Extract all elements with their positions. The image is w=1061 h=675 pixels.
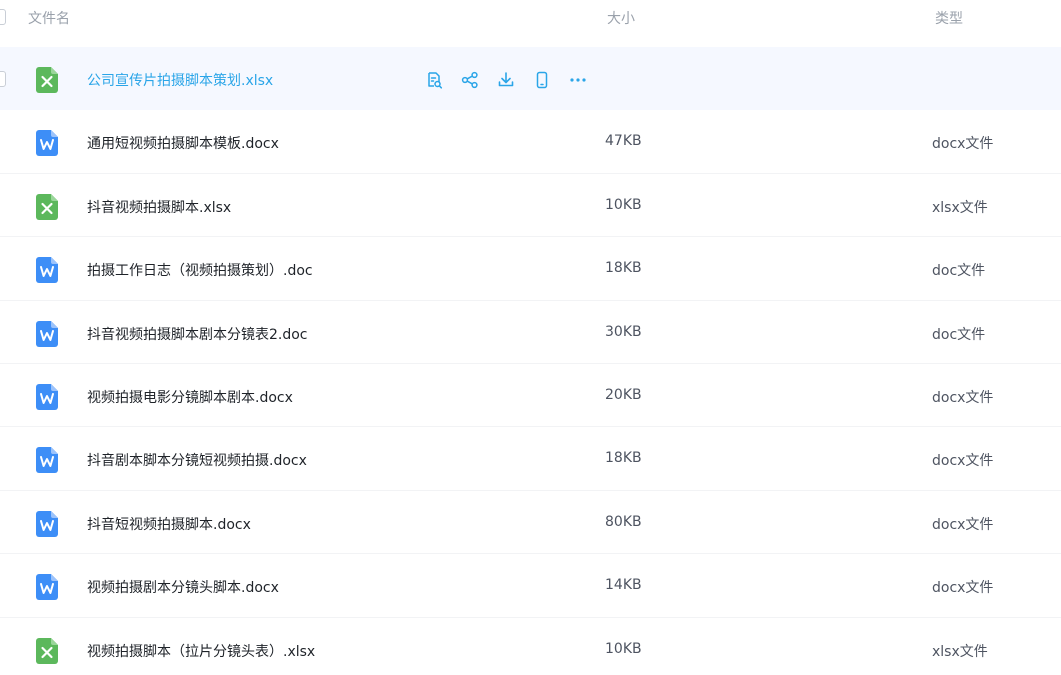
file-row[interactable]: 抖音视频拍摄脚本剧本分镜表2.doc 30KB doc文件 [0, 301, 1061, 364]
file-row[interactable]: 视频拍摄脚本（拉片分镜头表）.xlsx 10KB xlsx文件 [0, 618, 1061, 675]
file-row[interactable]: 公司宣传片拍摄脚本策划.xlsx [0, 47, 1061, 111]
file-row[interactable]: 抖音视频拍摄脚本.xlsx 10KB xlsx文件 [0, 174, 1061, 238]
more-icon[interactable] [568, 70, 588, 90]
row-actions [424, 70, 588, 90]
file-type: doc文件 [932, 326, 986, 343]
file-name[interactable]: 视频拍摄电影分镜脚本剧本.docx [87, 387, 293, 407]
file-name[interactable]: 视频拍摄脚本（拉片分镜头表）.xlsx [87, 641, 315, 661]
file-type: doc文件 [932, 263, 986, 280]
header-type[interactable]: 类型 [935, 8, 963, 28]
excel-file-icon [36, 67, 58, 93]
file-size: 80KB [605, 513, 642, 530]
file-name[interactable]: 公司宣传片拍摄脚本策划.xlsx [87, 70, 273, 90]
header-size[interactable]: 大小 [607, 8, 635, 28]
word-file-icon [36, 320, 58, 347]
excel-file-icon [36, 193, 58, 220]
file-row[interactable]: 拍摄工作日志（视频拍摄策划）.doc 18KB doc文件 [0, 237, 1061, 301]
file-size: 18KB [605, 450, 642, 467]
file-type: docx文件 [932, 453, 994, 470]
word-file-icon [36, 130, 58, 157]
file-row[interactable]: 通用短视频拍摄脚本模板.docx 47KB docx文件 [0, 110, 1061, 174]
file-name[interactable]: 抖音视频拍摄脚本剧本分镜表2.doc [87, 324, 308, 344]
select-all-checkbox[interactable] [0, 9, 6, 25]
file-type: docx文件 [932, 516, 994, 533]
header-name[interactable]: 文件名 [28, 8, 70, 28]
file-row[interactable]: 抖音剧本脚本分镜短视频拍摄.docx 18KB docx文件 [0, 427, 1061, 491]
file-size: 20KB [605, 386, 642, 403]
file-list-page: 文件名 大小 类型 公司宣传片拍摄脚本策划.xlsx 通用短视频拍摄脚本模板.do… [0, 0, 1061, 675]
file-name[interactable]: 抖音视频拍摄脚本.xlsx [87, 197, 231, 217]
file-list-header: 文件名 大小 类型 [0, 0, 1061, 34]
word-file-icon [36, 447, 58, 474]
phone-icon[interactable] [532, 70, 552, 90]
file-name[interactable]: 通用短视频拍摄脚本模板.docx [87, 133, 279, 153]
file-name[interactable]: 抖音剧本脚本分镜短视频拍摄.docx [87, 450, 307, 470]
file-type: xlsx文件 [932, 643, 988, 660]
row-checkbox[interactable] [0, 71, 6, 87]
download-icon[interactable] [496, 70, 516, 90]
file-name[interactable]: 拍摄工作日志（视频拍摄策划）.doc [87, 260, 313, 280]
preview-icon[interactable] [424, 70, 444, 90]
file-size: 47KB [605, 133, 642, 150]
file-name[interactable]: 视频拍摄剧本分镜头脚本.docx [87, 577, 279, 597]
file-size: 18KB [605, 260, 642, 277]
file-row[interactable]: 视频拍摄剧本分镜头脚本.docx 14KB docx文件 [0, 554, 1061, 618]
word-file-icon [36, 510, 58, 537]
file-type: docx文件 [932, 580, 994, 597]
excel-file-icon [36, 637, 58, 664]
file-size: 10KB [605, 640, 642, 657]
word-file-icon [36, 257, 58, 284]
file-list: 公司宣传片拍摄脚本策划.xlsx 通用短视频拍摄脚本模板.docx 47KB docx… [0, 47, 1061, 675]
word-file-icon [36, 383, 58, 410]
word-file-icon [36, 574, 58, 601]
file-type: xlsx文件 [932, 199, 988, 216]
file-size: 10KB [605, 196, 642, 213]
file-row[interactable]: 抖音短视频拍摄脚本.docx 80KB docx文件 [0, 491, 1061, 555]
share-icon[interactable] [460, 70, 480, 90]
file-type: docx文件 [932, 389, 994, 406]
file-size: 30KB [605, 323, 642, 340]
file-name[interactable]: 抖音短视频拍摄脚本.docx [87, 514, 251, 534]
file-row[interactable]: 视频拍摄电影分镜脚本剧本.docx 20KB docx文件 [0, 364, 1061, 428]
file-size: 14KB [605, 577, 642, 594]
file-type: docx文件 [932, 136, 994, 153]
